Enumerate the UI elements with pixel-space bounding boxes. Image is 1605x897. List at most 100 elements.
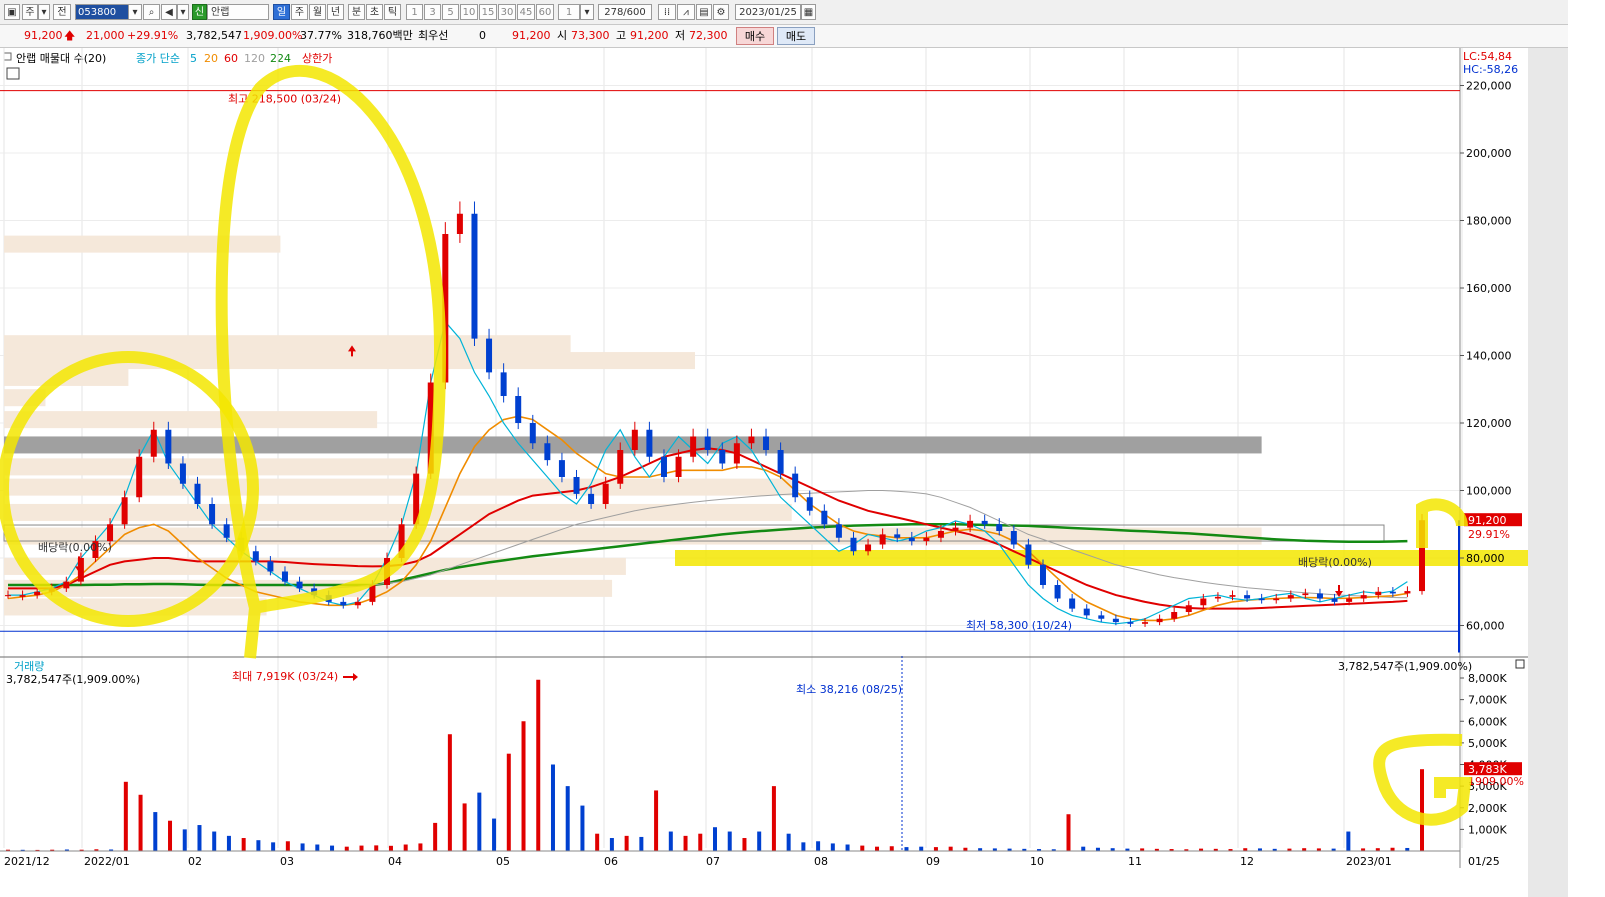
candle-body	[63, 581, 70, 589]
candle-body	[1229, 595, 1236, 597]
date-field[interactable]: 2023/01/25	[735, 4, 801, 20]
candle-body	[165, 429, 172, 464]
period-day[interactable]: 일	[273, 4, 290, 20]
chevron-down-icon[interactable]: ▾	[580, 4, 594, 20]
jeon-button[interactable]: 전	[53, 4, 71, 20]
candle-settings-icon[interactable]: ⁞⁞	[658, 4, 676, 20]
minute-1[interactable]: 1	[406, 4, 423, 20]
toolbar: ▣ 주 ▾ 전 053800 ▾ ⌕ ◀ ▾ 신 안랩 일 주 월 년 분 초 …	[0, 0, 1568, 25]
date-axis-label: 2023/01	[1346, 855, 1392, 868]
minute-45[interactable]: 45	[517, 4, 535, 20]
minute-15[interactable]: 15	[479, 4, 497, 20]
volume-bar	[388, 845, 393, 851]
candle-body	[1171, 612, 1178, 619]
volume-bar	[123, 781, 128, 851]
compare-icon[interactable]: ⩘	[677, 4, 695, 20]
volume-max-label: 최대 7,919K (03/24)	[232, 670, 338, 683]
candle-body	[952, 527, 959, 531]
period-second[interactable]: 초	[366, 4, 383, 20]
period-tick[interactable]: 틱	[384, 4, 401, 20]
period-selector[interactable]: 주	[22, 4, 38, 20]
volume-bar	[771, 786, 776, 851]
volume-bar	[550, 764, 555, 851]
candle-body	[1287, 595, 1294, 599]
minute-10[interactable]: 10	[460, 4, 478, 20]
save-icon[interactable]: ▤	[696, 4, 712, 20]
chevron-down-icon[interactable]: ▾	[38, 4, 50, 20]
minute-3[interactable]: 3	[424, 4, 441, 20]
candle-body	[1346, 598, 1353, 602]
candle-body	[617, 450, 624, 484]
volume-tick-label: 7,000K	[1468, 694, 1507, 707]
minute-60[interactable]: 60	[536, 4, 554, 20]
candle-body	[281, 571, 288, 582]
grid-toggle-icon[interactable]	[6, 67, 20, 80]
volume-current: 3,782,547주(1,909.00%)	[6, 673, 140, 686]
period-year[interactable]: 년	[327, 4, 344, 20]
legend-title: 안랩 매물대 수(20)	[16, 52, 106, 65]
volume-bar	[875, 846, 880, 851]
volume-bar	[727, 831, 732, 851]
volume-bar	[359, 845, 364, 851]
chevron-down-icon[interactable]: ▾	[177, 4, 189, 20]
right-scroll-area[interactable]	[1528, 48, 1568, 897]
candle-body	[646, 429, 653, 457]
low-label: 저	[675, 29, 686, 42]
high-label: 고	[616, 29, 627, 42]
period-week[interactable]: 주	[291, 4, 308, 20]
candle-body	[748, 436, 755, 444]
sell-button[interactable]: 매도	[777, 27, 815, 45]
legend-ma-label: 종가 단순	[136, 52, 180, 65]
stock-chart[interactable]: 안랩 매물대 수(20) 종가 단순 5 20 60 120 224 상한가 L…	[0, 48, 1528, 897]
code-dropdown-icon[interactable]: ▾	[128, 4, 142, 20]
volume-bar	[860, 845, 865, 851]
date-axis-label: 01/25	[1468, 855, 1500, 868]
minute-5[interactable]: 5	[442, 4, 459, 20]
up-arrow-icon: 🡅	[64, 29, 76, 42]
range-field[interactable]: 278/600	[598, 4, 652, 20]
candle-body	[136, 456, 143, 498]
candle-body	[835, 524, 842, 538]
search-icon[interactable]: ⌕	[143, 4, 160, 20]
volume-bar	[477, 792, 482, 851]
candle-body	[1273, 598, 1280, 601]
volume-bar	[447, 734, 452, 851]
candle-body	[1069, 598, 1076, 609]
shin-badge: 신	[192, 4, 207, 20]
candle-body	[1083, 608, 1090, 616]
volume-bar	[698, 833, 703, 851]
candle-body	[850, 537, 857, 552]
candle-body	[763, 436, 770, 450]
candle-body	[340, 601, 347, 606]
volume-tick-label: 2,000K	[1468, 802, 1507, 815]
speaker-icon[interactable]: ◀	[161, 4, 177, 20]
gear-icon[interactable]: ⚙	[713, 4, 729, 20]
volume-bar	[418, 843, 423, 851]
candle-body	[631, 429, 638, 450]
last-pct-label: 29.91%	[1468, 528, 1510, 541]
count-input[interactable]: 1	[558, 4, 580, 20]
window-menu-icon[interactable]: ▣	[4, 4, 20, 20]
calendar-icon[interactable]: ▦	[801, 4, 816, 20]
candle-body	[500, 372, 507, 396]
low-annotation: 최저 58,300 (10/24)	[966, 619, 1072, 632]
candle-body	[223, 524, 230, 538]
candle-body	[937, 531, 944, 538]
volume-bar	[1346, 831, 1351, 851]
volume-bar	[315, 844, 320, 851]
candle-body	[150, 429, 157, 457]
price-tick-label: 160,000	[1466, 282, 1512, 295]
legend-ma20: 20	[204, 52, 218, 65]
period-minute[interactable]: 분	[348, 4, 365, 20]
legend-toggle-icon[interactable]	[3, 52, 12, 61]
candle-body	[996, 524, 1003, 531]
minute-30[interactable]: 30	[498, 4, 516, 20]
stock-name-field[interactable]: 안랩	[207, 4, 269, 20]
candle-body	[19, 595, 26, 597]
volume-bar	[801, 842, 806, 851]
period-month[interactable]: 월	[309, 4, 326, 20]
date-axis-label: 10	[1030, 855, 1044, 868]
buy-button[interactable]: 매수	[736, 27, 774, 45]
code-input[interactable]: 053800	[75, 4, 129, 20]
candle-body	[34, 591, 41, 596]
